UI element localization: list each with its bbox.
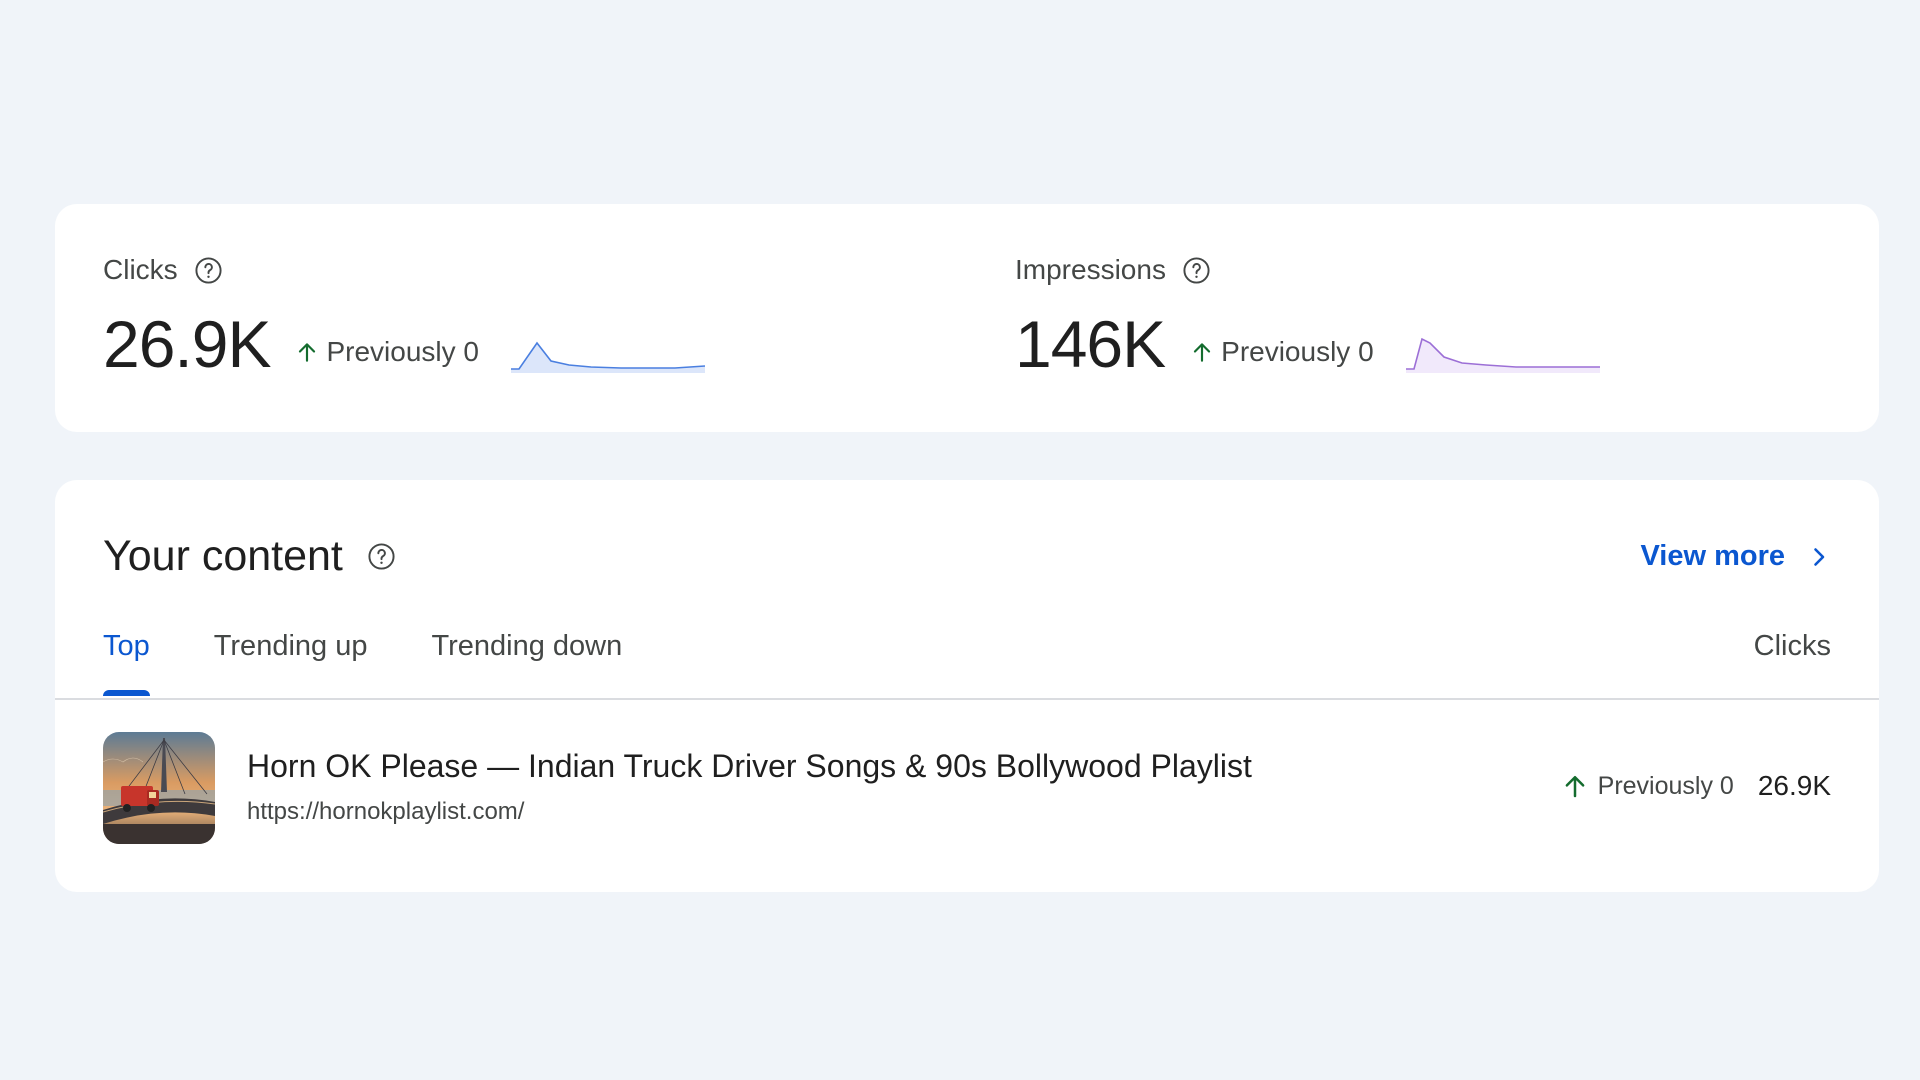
arrow-up-icon <box>1189 339 1215 365</box>
clicks-trend: Previously 0 <box>294 336 479 368</box>
arrow-up-icon <box>1560 771 1590 801</box>
clicks-value: 26.9K <box>103 307 271 381</box>
help-icon[interactable] <box>367 542 396 571</box>
impressions-label: Impressions <box>1015 254 1166 285</box>
clicks-metric[interactable]: Clicks 26.9K Previously 0 <box>103 252 705 384</box>
impressions-label-row: Impressions <box>1015 252 1600 288</box>
content-row[interactable]: Horn OK Please — Indian Truck Driver Son… <box>103 732 1831 844</box>
content-tabs: Top Trending up Trending down <box>103 630 622 696</box>
content-row-trend-label: Previously 0 <box>1597 771 1734 800</box>
content-card: Your content View more Top Trending up T… <box>55 480 1879 892</box>
impressions-value: 146K <box>1015 307 1166 381</box>
content-row-clicks: 26.9K <box>1757 770 1831 801</box>
content-row-trend: Previously 0 <box>1560 771 1734 801</box>
impressions-trend-label: Previously 0 <box>1221 336 1374 367</box>
chevron-right-icon <box>1807 545 1831 569</box>
content-row-url: https://hornokplaylist.com/ <box>247 798 525 825</box>
view-more-link[interactable]: View more <box>1640 540 1831 573</box>
arrow-up-icon <box>294 339 320 365</box>
tab-top[interactable]: Top <box>103 630 150 696</box>
divider <box>55 698 1879 700</box>
clicks-trend-label: Previously 0 <box>326 336 479 367</box>
impressions-metric[interactable]: Impressions 146K Previously 0 <box>1015 252 1600 384</box>
impressions-value-row: 146K Previously 0 <box>1015 304 1600 384</box>
content-thumbnail <box>103 732 215 844</box>
view-more-label: View more <box>1640 540 1785 572</box>
clicks-value-row: 26.9K Previously 0 <box>103 304 705 384</box>
clicks-column-header: Clicks <box>1753 630 1831 662</box>
content-row-stats: Previously 0 26.9K <box>1560 770 1831 802</box>
clicks-sparkline <box>511 341 705 373</box>
tab-trending-up[interactable]: Trending up <box>214 630 368 696</box>
stats-card: Clicks 26.9K Previously 0 Impressions 14… <box>55 204 1879 432</box>
help-icon[interactable] <box>1182 256 1211 285</box>
content-row-title[interactable]: Horn OK Please — Indian Truck Driver Son… <box>247 748 1252 785</box>
impressions-sparkline <box>1405 337 1600 373</box>
impressions-trend: Previously 0 <box>1189 336 1374 368</box>
content-title: Your content <box>103 532 343 580</box>
help-icon[interactable] <box>194 256 223 285</box>
content-header: Your content <box>103 532 396 581</box>
tab-trending-down[interactable]: Trending down <box>431 630 622 696</box>
clicks-label-row: Clicks <box>103 252 705 288</box>
clicks-label: Clicks <box>103 254 178 285</box>
